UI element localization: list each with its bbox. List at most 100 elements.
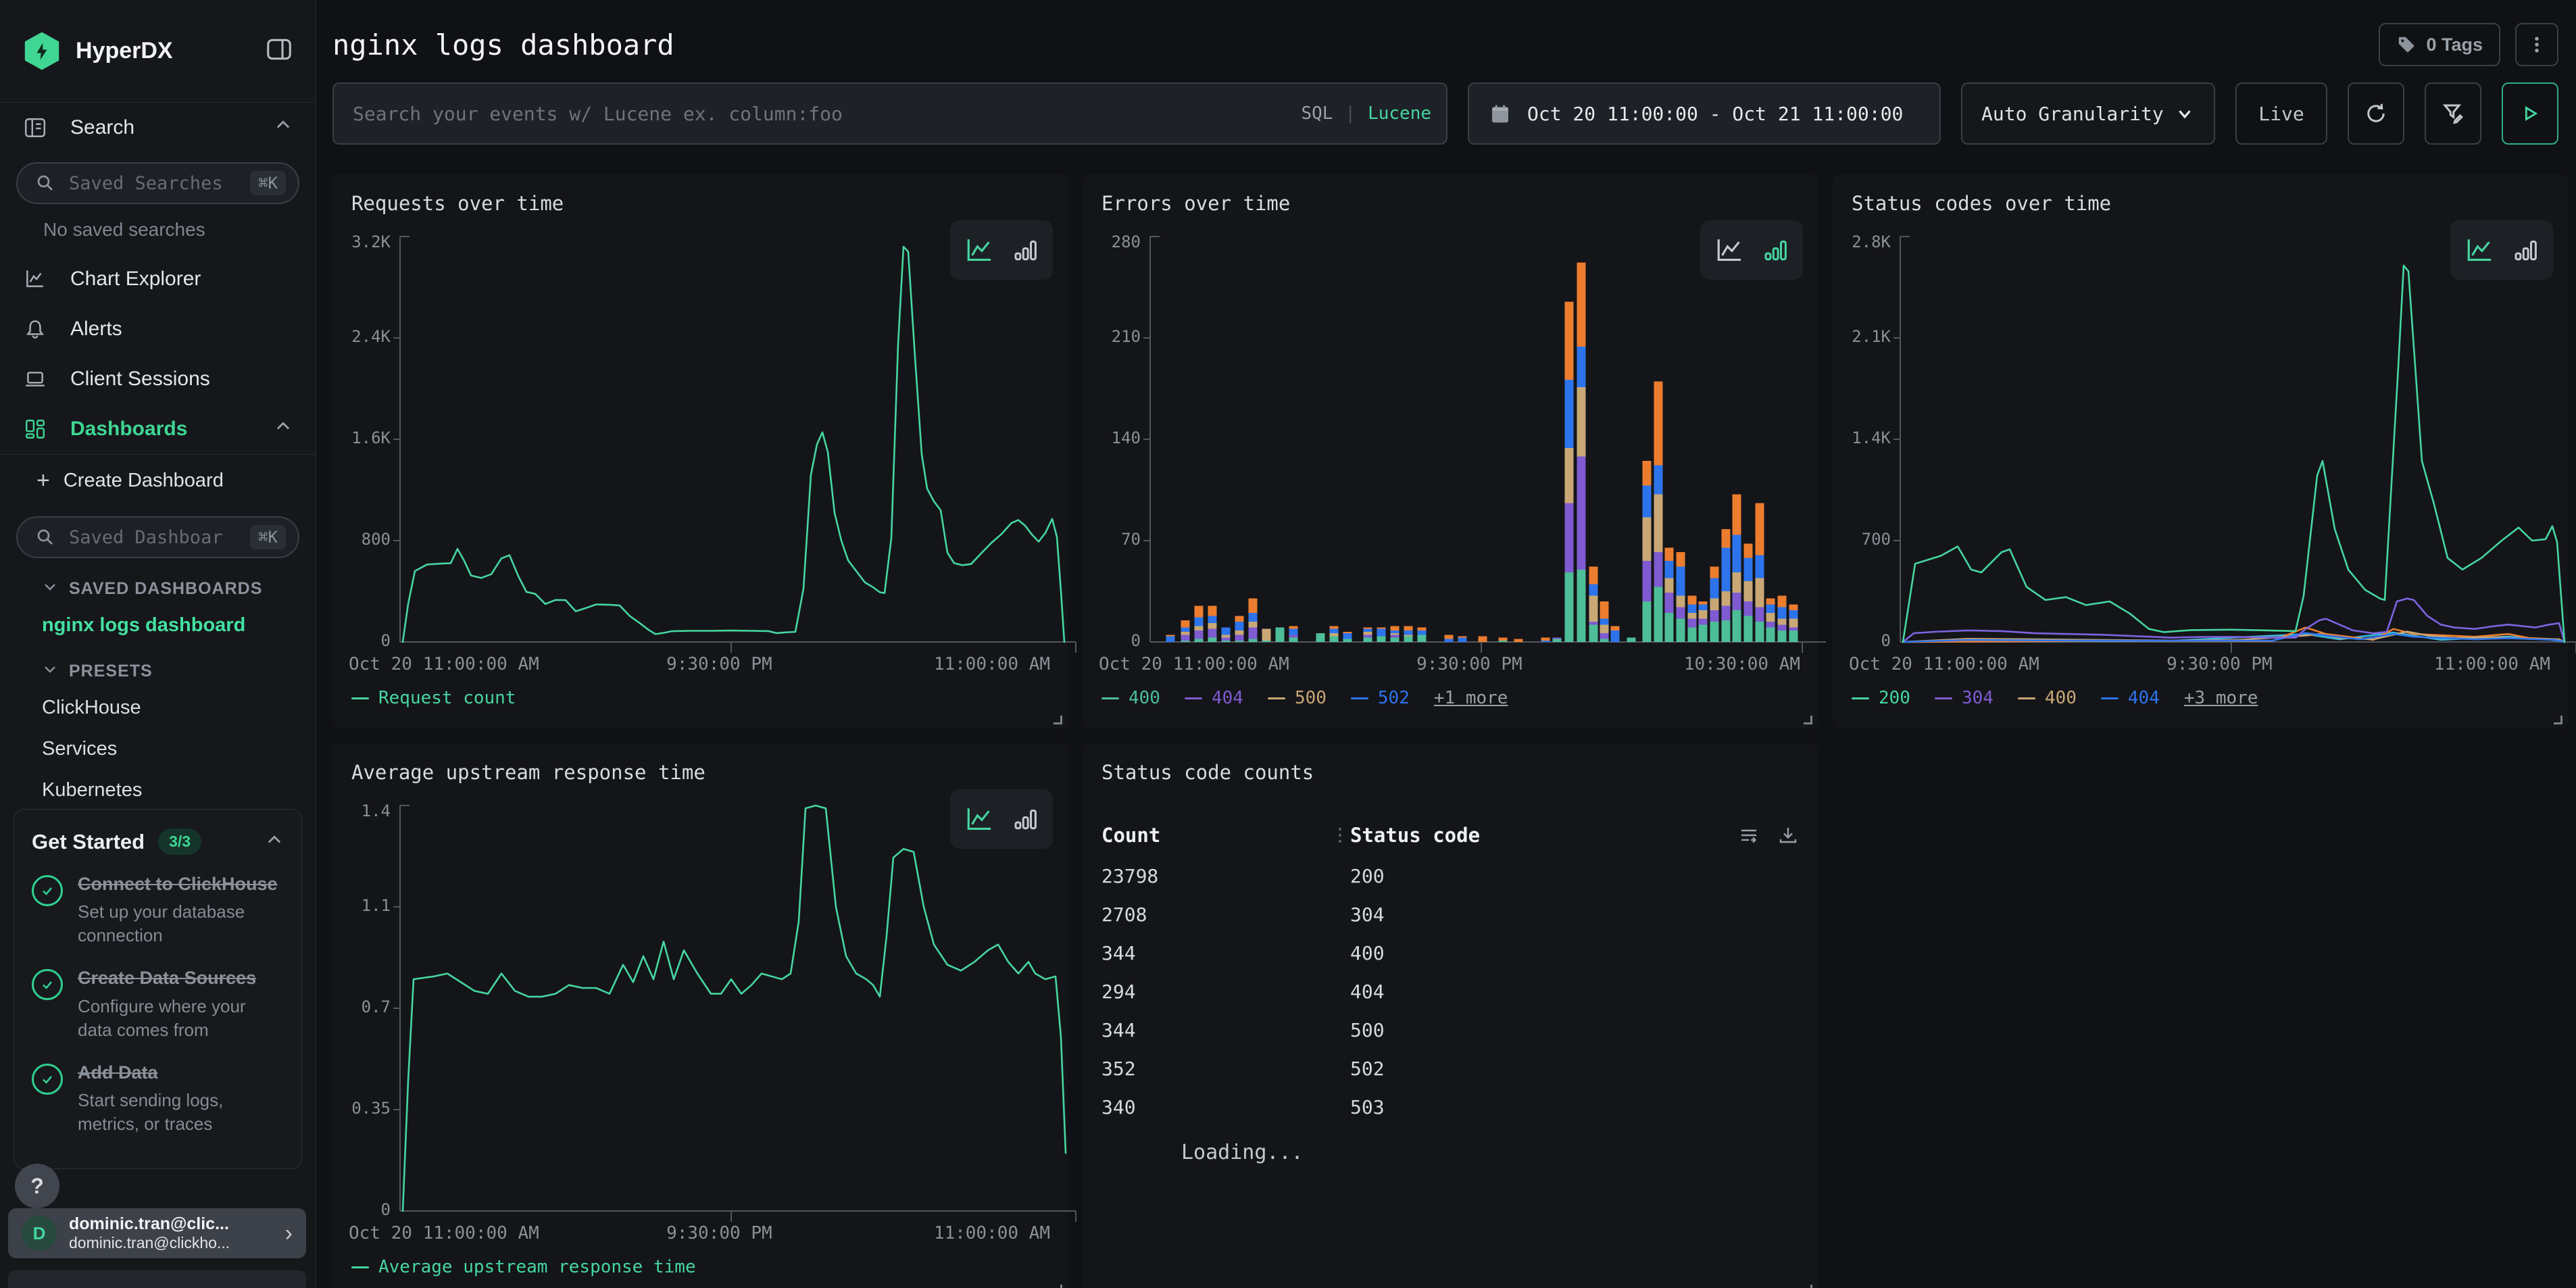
line-chart-icon[interactable] <box>1714 236 1745 264</box>
query-language-toggle[interactable]: SQL | Lucene <box>1301 82 1431 145</box>
panel-avg-upstream-response-time: Average upstream response time 1.41.10.7… <box>332 743 1068 1288</box>
line-chart-icon[interactable] <box>964 236 995 264</box>
legend-label: 304 <box>1962 688 1993 708</box>
cell-status-code: 500 <box>1331 1019 1385 1041</box>
presets-heading[interactable]: PRESETS <box>0 646 316 687</box>
cell-count: 344 <box>1101 942 1331 964</box>
sidebar-item-client-sessions[interactable]: Client Sessions <box>0 354 316 404</box>
chevron-up-icon[interactable] <box>274 116 293 140</box>
line-chart-icon[interactable] <box>2464 236 2495 264</box>
panel-resize-handle[interactable] <box>1804 1285 1812 1288</box>
more-menu-button[interactable] <box>2515 23 2558 66</box>
sidebar-item-nginx-logs-dashboard[interactable]: nginx logs dashboard <box>0 605 316 646</box>
table-row[interactable]: 344500 <box>1101 1011 1799 1049</box>
legend-more-link[interactable]: +3 more <box>2184 688 2258 708</box>
sidebar-collapse-icon[interactable] <box>266 36 293 66</box>
help-button[interactable]: ? <box>15 1164 59 1208</box>
table-row[interactable]: 344400 <box>1101 934 1799 972</box>
y-axis-tick: 2.1K <box>1852 327 1891 346</box>
brand-title: HyperDX <box>76 38 266 64</box>
refresh-button[interactable] <box>2348 82 2404 145</box>
loading-text: Loading... <box>1181 1141 1304 1164</box>
no-saved-searches-text: No saved searches <box>0 209 316 254</box>
legend-item: 400 <box>1101 688 1160 708</box>
panel-title: Average upstream response time <box>351 761 705 784</box>
sql-option[interactable]: SQL <box>1301 103 1333 124</box>
create-dashboard-label: Create Dashboard <box>64 470 224 492</box>
chevron-down-icon <box>42 578 58 599</box>
run-query-button[interactable] <box>2502 82 2558 145</box>
y-axis-tick: 0 <box>1881 631 1891 650</box>
sidebar-item-preset[interactable]: ClickHouse <box>0 687 316 728</box>
table-row[interactable]: 340503 <box>1101 1088 1799 1126</box>
cell-count: 294 <box>1101 981 1331 1003</box>
cell-count: 2708 <box>1101 903 1331 926</box>
bar-chart-icon[interactable] <box>1762 236 1789 264</box>
panel-resize-handle[interactable] <box>1804 716 1812 724</box>
columns-icon[interactable] <box>1738 824 1760 846</box>
legend-label: 500 <box>1295 688 1327 708</box>
table-row[interactable]: 23798200 <box>1101 857 1799 895</box>
bar-chart-icon[interactable] <box>1012 236 1039 264</box>
date-range-picker[interactable]: Oct 20 11:00:00 - Oct 21 11:00:00 <box>1468 82 1941 145</box>
dashboard-grid: Requests over time 3.2K2.4K1.6K8000 Oct … <box>332 174 2568 1288</box>
sidebar-item-label: Alerts <box>70 318 122 341</box>
sidebar-item-alerts[interactable]: Alerts <box>0 304 316 354</box>
sidebar-item-label: Dashboards <box>70 418 187 441</box>
table-row[interactable]: 294404 <box>1101 972 1799 1011</box>
chevron-up-icon[interactable] <box>265 831 284 853</box>
lucene-option[interactable]: Lucene <box>1368 103 1431 124</box>
check-circle-icon <box>32 875 63 906</box>
tags-button[interactable]: 0 Tags <box>2379 23 2500 66</box>
user-menu[interactable]: D dominic.tran@clic... dominic.tran@clic… <box>8 1208 306 1258</box>
get-started-item[interactable]: Connect to ClickHouseSet up your databas… <box>32 872 284 947</box>
bar-chart-icon[interactable] <box>2512 236 2540 264</box>
panel-resize-handle[interactable] <box>2554 716 2562 724</box>
cell-count: 344 <box>1101 1019 1331 1041</box>
legend-more-link[interactable]: +1 more <box>1434 688 1508 708</box>
cell-status-code: 503 <box>1331 1096 1385 1118</box>
get-started-item[interactable]: Create Data Sources Configure where your … <box>32 966 284 1041</box>
bar-chart-icon[interactable] <box>1012 805 1039 833</box>
chart-type-toggle[interactable] <box>950 789 1053 849</box>
sidebar-item-search[interactable]: Search <box>0 103 316 153</box>
column-header-status-code[interactable]: Status code <box>1350 824 1480 847</box>
legend-dash <box>1101 697 1119 699</box>
saved-dashboards-heading[interactable]: SAVED DASHBOARDS <box>0 564 316 605</box>
y-axis-tick: 800 <box>362 530 391 549</box>
chart-type-toggle[interactable] <box>1700 220 1803 280</box>
table-header: Count ⋮ Status code <box>1101 816 1799 854</box>
sidebar-item-dashboards[interactable]: Dashboards <box>0 404 316 454</box>
kebab-icon <box>2527 34 2547 55</box>
sidebar-item-preset[interactable]: Kubernetes <box>0 770 316 811</box>
chart-type-toggle[interactable] <box>2450 220 2553 280</box>
filter-button[interactable] <box>2425 82 2481 145</box>
panel-resize-handle[interactable] <box>1054 716 1062 724</box>
column-drag-handle[interactable]: ⋮ <box>1331 825 1350 845</box>
get-started-item-title: Create Data Sources <box>78 966 284 990</box>
x-axis-tick-mid: 9:30:00 PM <box>1416 654 1522 674</box>
sidebar-item-label: Client Sessions <box>70 368 210 391</box>
chevron-up-icon[interactable] <box>274 417 293 441</box>
live-button[interactable]: Live <box>2235 82 2327 145</box>
get-started-item-desc: Configure where your data comes from <box>78 995 284 1042</box>
get-started-item[interactable]: Add DataStart sending logs, metrics, or … <box>32 1061 284 1136</box>
line-chart-icon[interactable] <box>964 805 995 833</box>
event-search: SQL | Lucene <box>332 82 1447 145</box>
sidebar-item-chart-explorer[interactable]: Chart Explorer <box>0 254 316 304</box>
column-header-count[interactable]: Count <box>1101 824 1331 847</box>
download-icon[interactable] <box>1777 824 1799 846</box>
table-row[interactable]: 352502 <box>1101 1049 1799 1088</box>
legend-dash <box>1935 697 1952 699</box>
sidebar-item-preset[interactable]: Services <box>0 728 316 770</box>
chart-type-toggle[interactable] <box>950 220 1053 280</box>
create-dashboard-button[interactable]: + Create Dashboard <box>0 454 316 507</box>
y-axis-tick: 0 <box>381 631 391 650</box>
table-row[interactable]: 2708304 <box>1101 895 1799 934</box>
cell-count: 340 <box>1101 1096 1331 1118</box>
event-search-input[interactable] <box>332 82 1447 145</box>
panel-resize-handle[interactable] <box>1054 1285 1062 1288</box>
sidebar-item-label: Search <box>70 116 134 139</box>
granularity-select[interactable]: Auto Granularity <box>1961 82 2215 145</box>
presets-list: ClickHouseServicesKubernetes <box>0 687 316 811</box>
